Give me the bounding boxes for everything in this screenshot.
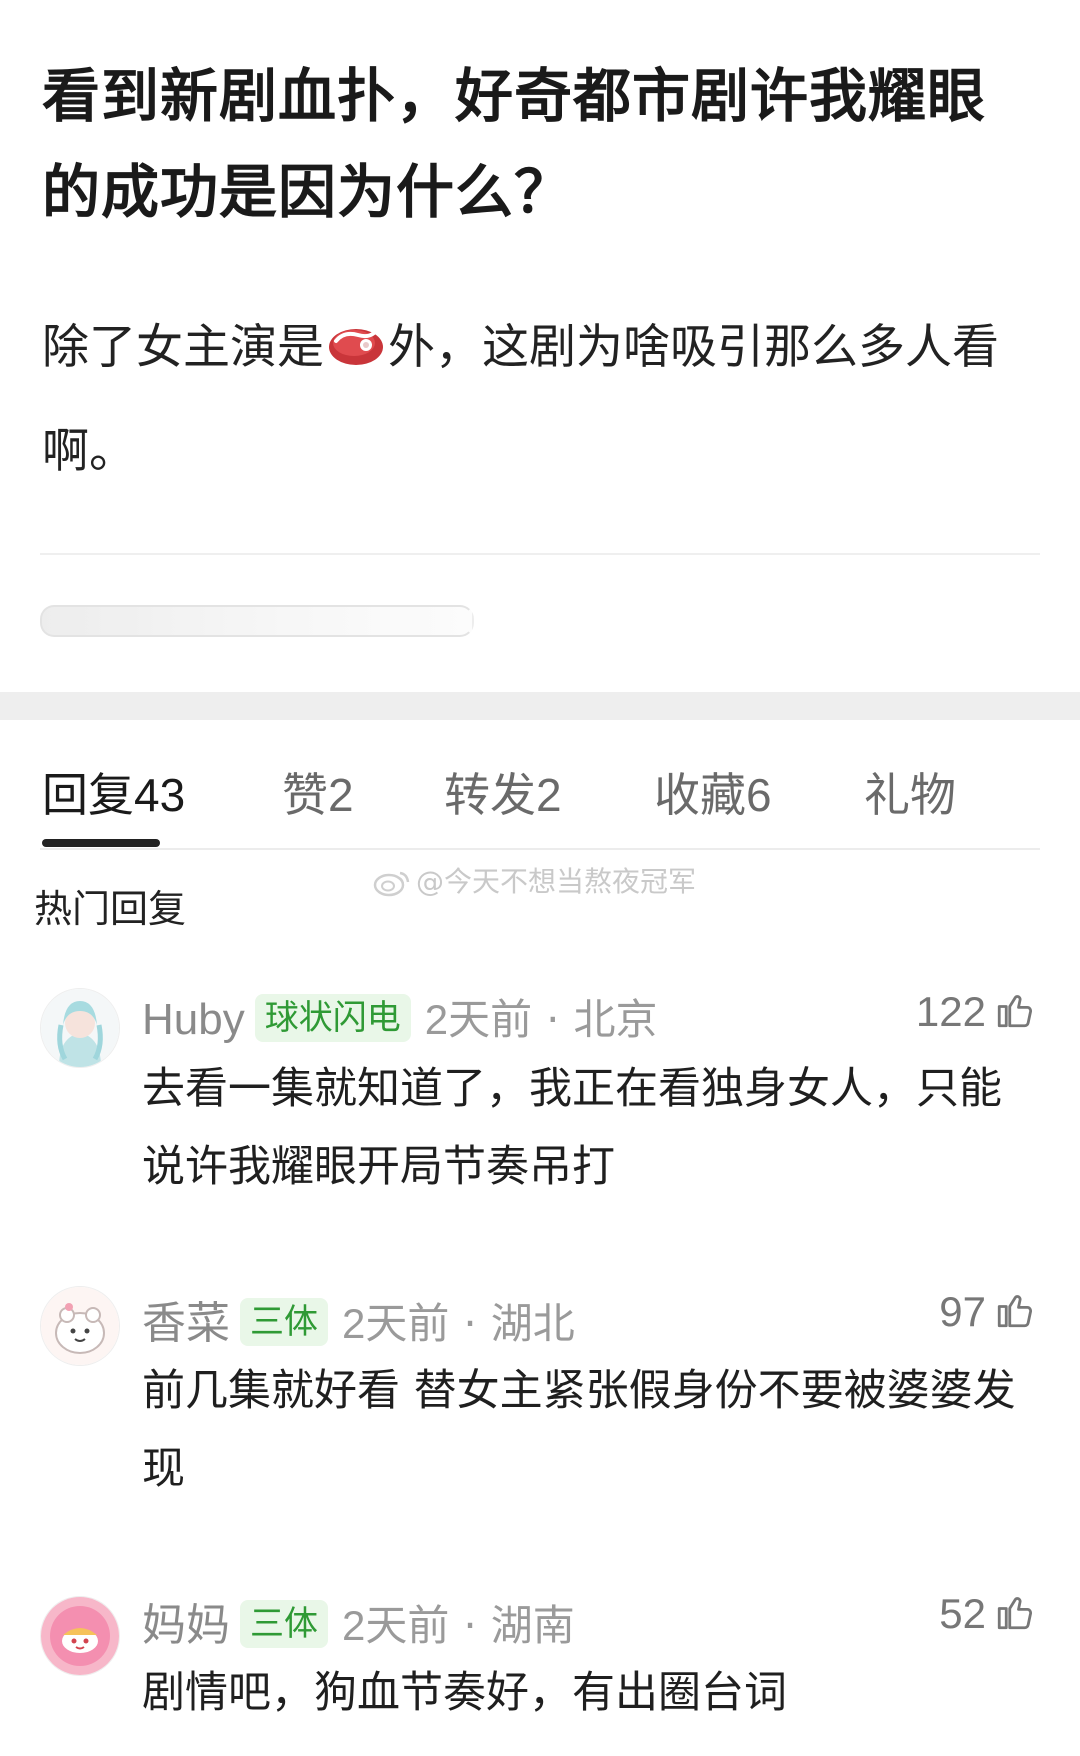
- section-separator: [0, 692, 1080, 720]
- comment-location: 湖北: [490, 1299, 575, 1348]
- avatar[interactable]: [40, 1286, 120, 1366]
- meta-separator: ·: [463, 1299, 477, 1348]
- like-count: 52: [939, 1590, 986, 1637]
- comment-time: 2天前: [342, 1602, 450, 1649]
- comment-text: 去看一集就知道了，我正在看独身女人，只能说许我耀眼开局节奏吊打: [142, 1064, 1002, 1192]
- weibo-logo-icon: [372, 867, 412, 897]
- tab-reposts[interactable]: 转发2: [444, 760, 562, 830]
- post-card: 看到新剧血扑，好奇都市剧许我耀眼的成功是因为什么？ 除了女主演是 外，这剧为啥吸…: [0, 0, 1080, 690]
- username[interactable]: Huby: [142, 995, 245, 1044]
- tab-gifts[interactable]: 礼物: [864, 760, 956, 830]
- user-badge[interactable]: 三体: [240, 1298, 328, 1346]
- user-badge[interactable]: 球状闪电: [254, 994, 411, 1042]
- like-button[interactable]: 122: [916, 982, 1036, 1042]
- tab-favorites[interactable]: 收藏6: [654, 760, 772, 830]
- tab-favorites-count: 6: [746, 769, 772, 821]
- post-body: 除了女主演是 外，这剧为啥吸引那么多人看啊。: [42, 296, 1002, 504]
- comment-time: 2天前: [424, 996, 533, 1043]
- comment-meta: 妈妈 三体 2天前 · 湖南: [142, 1596, 575, 1656]
- comment-meta: Huby 球状闪电 2天前 · 北京: [142, 990, 657, 1050]
- username[interactable]: 香菜: [142, 1299, 230, 1348]
- like-button[interactable]: 52: [939, 1584, 1036, 1644]
- tab-reposts-count: 2: [536, 769, 562, 821]
- post-divider: [40, 553, 1040, 555]
- blurred-content-bar: [40, 605, 474, 637]
- thumbs-up-icon: [997, 1295, 1033, 1328]
- comment-meta: 香菜 三体 2天前 · 湖北: [142, 1294, 575, 1354]
- tabs-divider: [40, 848, 1040, 850]
- tab-reposts-label: 转发: [444, 768, 536, 822]
- meta-separator: ·: [546, 995, 560, 1044]
- username[interactable]: 妈妈: [142, 1601, 230, 1650]
- steak-emoji-icon: [326, 302, 386, 365]
- avatar[interactable]: [40, 988, 120, 1068]
- active-tab-indicator: [42, 839, 160, 847]
- hot-replies-heading: 热门回复: [34, 887, 187, 931]
- tab-favorites-label: 收藏: [654, 768, 746, 822]
- tab-likes-label: 赞: [282, 768, 328, 822]
- comment-text: 剧情吧，狗血节奏好，有出圈台词: [142, 1668, 787, 1718]
- post-body-part-1: 除了女主演是: [42, 320, 324, 375]
- meta-separator: ·: [463, 1601, 477, 1650]
- user-badge[interactable]: 三体: [240, 1600, 328, 1648]
- like-count: 97: [939, 1288, 986, 1335]
- like-count: 122: [915, 988, 986, 1035]
- avatar[interactable]: [40, 1596, 120, 1676]
- watermark-text: @今天不想当熬夜冠军: [416, 865, 697, 898]
- tab-replies-label: 回复: [42, 768, 134, 822]
- thumbs-up-icon: [997, 1597, 1033, 1630]
- comment-location: 湖南: [490, 1601, 575, 1650]
- tab-replies[interactable]: 回复43: [42, 760, 185, 830]
- tab-gifts-label: 礼物: [864, 768, 956, 822]
- comment-time: 2天前: [342, 1300, 450, 1347]
- tab-likes-count: 2: [328, 769, 354, 821]
- like-button[interactable]: 97: [939, 1282, 1036, 1342]
- post-title: 看到新剧血扑，好奇都市剧许我耀眼的成功是因为什么？: [42, 62, 987, 226]
- comment-location: 北京: [573, 995, 658, 1044]
- comment-text: 前几集就好看 替女主紧张假身份不要被婆婆发现: [142, 1366, 1016, 1494]
- tab-likes[interactable]: 赞2: [282, 760, 354, 830]
- watermark: @今天不想当熬夜冠军: [372, 860, 696, 900]
- thumbs-up-icon: [997, 995, 1033, 1028]
- tab-replies-count: 43: [134, 769, 186, 821]
- interaction-tabs: 回复43 赞2 转发2 收藏6 礼物: [0, 760, 1080, 850]
